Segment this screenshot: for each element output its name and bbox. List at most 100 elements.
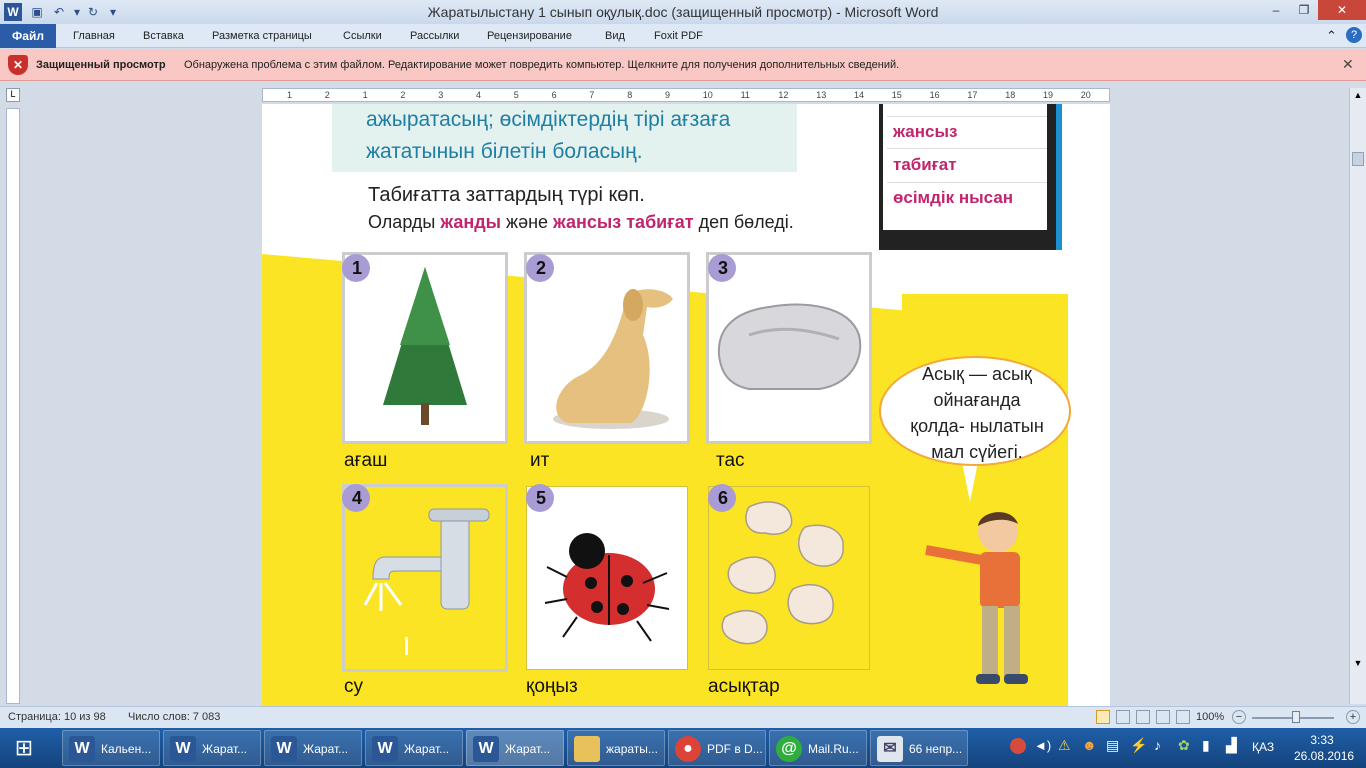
scroll-up-icon[interactable]: ▲: [1352, 90, 1364, 102]
vocab-word: табиғат: [893, 155, 957, 174]
taskbar-item-label: Жарат...: [404, 742, 450, 756]
taskbar-item-label: жараты...: [606, 742, 658, 756]
taskbar-item-label: 66 непр...: [909, 742, 963, 756]
ruler-tab-selector[interactable]: L: [6, 88, 20, 102]
language-indicator[interactable]: ҚАЗ: [1252, 740, 1274, 754]
reading-layout-icon[interactable]: [1116, 710, 1130, 724]
taskbar-item-label: Mail.Ru...: [808, 742, 859, 756]
word-icon: W: [271, 736, 297, 762]
tab-review[interactable]: Рецензирование: [487, 30, 572, 42]
print-layout-icon[interactable]: [1096, 710, 1110, 724]
speech-bubble: Асық — асық ойнағанда қолда- нылатын мал…: [879, 356, 1071, 466]
stone-icon: [717, 303, 862, 390]
vocab-word: жансыз: [893, 122, 958, 141]
word-icon: W: [473, 736, 499, 762]
start-icon[interactable]: ⊞: [8, 734, 40, 762]
tab-mailings[interactable]: Рассылки: [410, 30, 459, 42]
horizontal-ruler[interactable]: 1 2 1 2 3 4 5 6 7 8 9 10 11 12 13 14 15 16 17 18 19 20: [262, 88, 1110, 102]
network-icon[interactable]: ⚡: [1130, 737, 1147, 754]
status-bar: Страница: 10 из 98 Число слов: 7 083 100…: [0, 706, 1366, 728]
taskbar: ⊞ W Кальен... W Жарат... W Жарат... W Жарат.…: [0, 728, 1366, 768]
tab-insert[interactable]: Вставка: [143, 30, 184, 42]
ruler-number: 1: [287, 90, 293, 100]
vocabulary-list: жансыз табиғат өсімдік нысан: [883, 104, 1047, 230]
boy-illustration: [925, 512, 1028, 684]
taskbar-item[interactable]: W Жарат...: [264, 730, 362, 766]
highlight-living: жанды: [440, 212, 502, 232]
close-button[interactable]: ✕: [1318, 0, 1366, 20]
maximize-button[interactable]: ❐: [1290, 0, 1318, 20]
scroll-down-icon[interactable]: ▼: [1352, 658, 1364, 670]
vocabulary-box: жансыз табиғат өсімдік нысан: [879, 104, 1059, 250]
taskbar-item-label: PDF в D...: [707, 742, 763, 756]
web-layout-icon[interactable]: [1136, 710, 1150, 724]
sentence-2-text: Оларды: [368, 212, 441, 232]
card-number: 3: [708, 254, 736, 282]
page-count[interactable]: Страница: 10 из 98: [8, 711, 106, 723]
zoom-slider-thumb[interactable]: [1292, 711, 1300, 723]
close-icon[interactable]: ✕: [1342, 56, 1354, 73]
scroll-thumb[interactable]: [1352, 152, 1364, 166]
tab-page-layout[interactable]: Разметка страницы: [212, 30, 312, 42]
taskbar-item-active[interactable]: W Жарат...: [466, 730, 564, 766]
speech-bubble-tail: [962, 462, 978, 502]
volume-icon[interactable]: ◄): [1034, 738, 1051, 753]
taskbar-item[interactable]: W Жарат...: [163, 730, 261, 766]
tab-file[interactable]: Файл: [0, 24, 56, 48]
tab-references[interactable]: Ссылки: [343, 30, 382, 42]
clock[interactable]: 3:33 26.08.2016: [1294, 732, 1354, 764]
divider: [887, 182, 1047, 183]
taskbar-item-label: Кальен...: [101, 742, 152, 756]
card-dog: [524, 252, 690, 444]
speaker-icon[interactable]: ♪: [1154, 737, 1161, 753]
taskbar-item-label: Жарат...: [202, 742, 248, 756]
battery-icon[interactable]: ▮: [1202, 737, 1210, 754]
shield-icon: ✕: [8, 55, 28, 75]
taskbar-item[interactable]: ● PDF в D...: [668, 730, 766, 766]
zoom-out-icon[interactable]: −: [1232, 710, 1246, 724]
minimize-button[interactable]: –: [1262, 0, 1290, 20]
card-number: 6: [708, 484, 736, 512]
tray-icon[interactable]: ✿: [1178, 737, 1190, 754]
ruler-number: 12: [778, 90, 789, 100]
goal-line-2: жататынын білетін боласың.: [366, 140, 643, 163]
ruler-number: 10: [702, 90, 713, 100]
document-page[interactable]: ажыратасың; өсімдіктердің тірі ағзаға жа…: [262, 104, 1110, 708]
help-icon[interactable]: ?: [1346, 27, 1362, 43]
taskbar-item[interactable]: ✉ 66 непр...: [870, 730, 968, 766]
tray-icon[interactable]: [1010, 738, 1026, 754]
taskbar-item[interactable]: W Кальен...: [62, 730, 160, 766]
draft-icon[interactable]: [1176, 710, 1190, 724]
word-count[interactable]: Число слов: 7 083: [128, 711, 220, 723]
card-number: 5: [526, 484, 554, 512]
ribbon-tabs: Файл Главная Вставка Разметка страницы С…: [0, 24, 1366, 48]
warning-icon[interactable]: ⚠: [1058, 737, 1071, 754]
ruler-number: 19: [1043, 90, 1054, 100]
outline-icon[interactable]: [1156, 710, 1170, 724]
tab-view[interactable]: Вид: [605, 30, 625, 42]
dog-icon: [553, 289, 673, 429]
tab-home[interactable]: Главная: [73, 30, 115, 42]
zoom-in-icon[interactable]: +: [1346, 710, 1360, 724]
ribbon-minimize-icon[interactable]: ⌃: [1326, 28, 1337, 44]
taskbar-item[interactable]: W Жарат...: [365, 730, 463, 766]
protected-view-bar[interactable]: ✕ Защищенный просмотр Обнаружена проблем…: [0, 49, 1366, 81]
tab-foxit-pdf[interactable]: Foxit PDF: [654, 30, 703, 42]
signal-icon[interactable]: ▟: [1226, 737, 1237, 754]
vocabulary-accent: [1056, 104, 1062, 250]
smiley-icon[interactable]: ☻: [1082, 737, 1097, 753]
ruler-number: 6: [551, 90, 557, 100]
tray-icon[interactable]: ▤: [1106, 737, 1119, 754]
taskbar-item[interactable]: @ Mail.Ru...: [769, 730, 867, 766]
bubble-line: Асық — асық: [922, 364, 1032, 384]
vertical-scrollbar[interactable]: ▲ ▼: [1349, 88, 1366, 704]
zoom-level[interactable]: 100%: [1196, 711, 1224, 723]
ladybug-icon: [535, 493, 681, 665]
word-icon: W: [372, 736, 398, 762]
ruler-number: 1: [362, 90, 368, 100]
taskbar-item[interactable]: жараты...: [567, 730, 665, 766]
ruler-number: 8: [627, 90, 633, 100]
card-stone: [706, 252, 872, 444]
ruler-number: 20: [1080, 90, 1091, 100]
protected-view-message[interactable]: Обнаружена проблема с этим файлом. Редак…: [184, 59, 899, 71]
